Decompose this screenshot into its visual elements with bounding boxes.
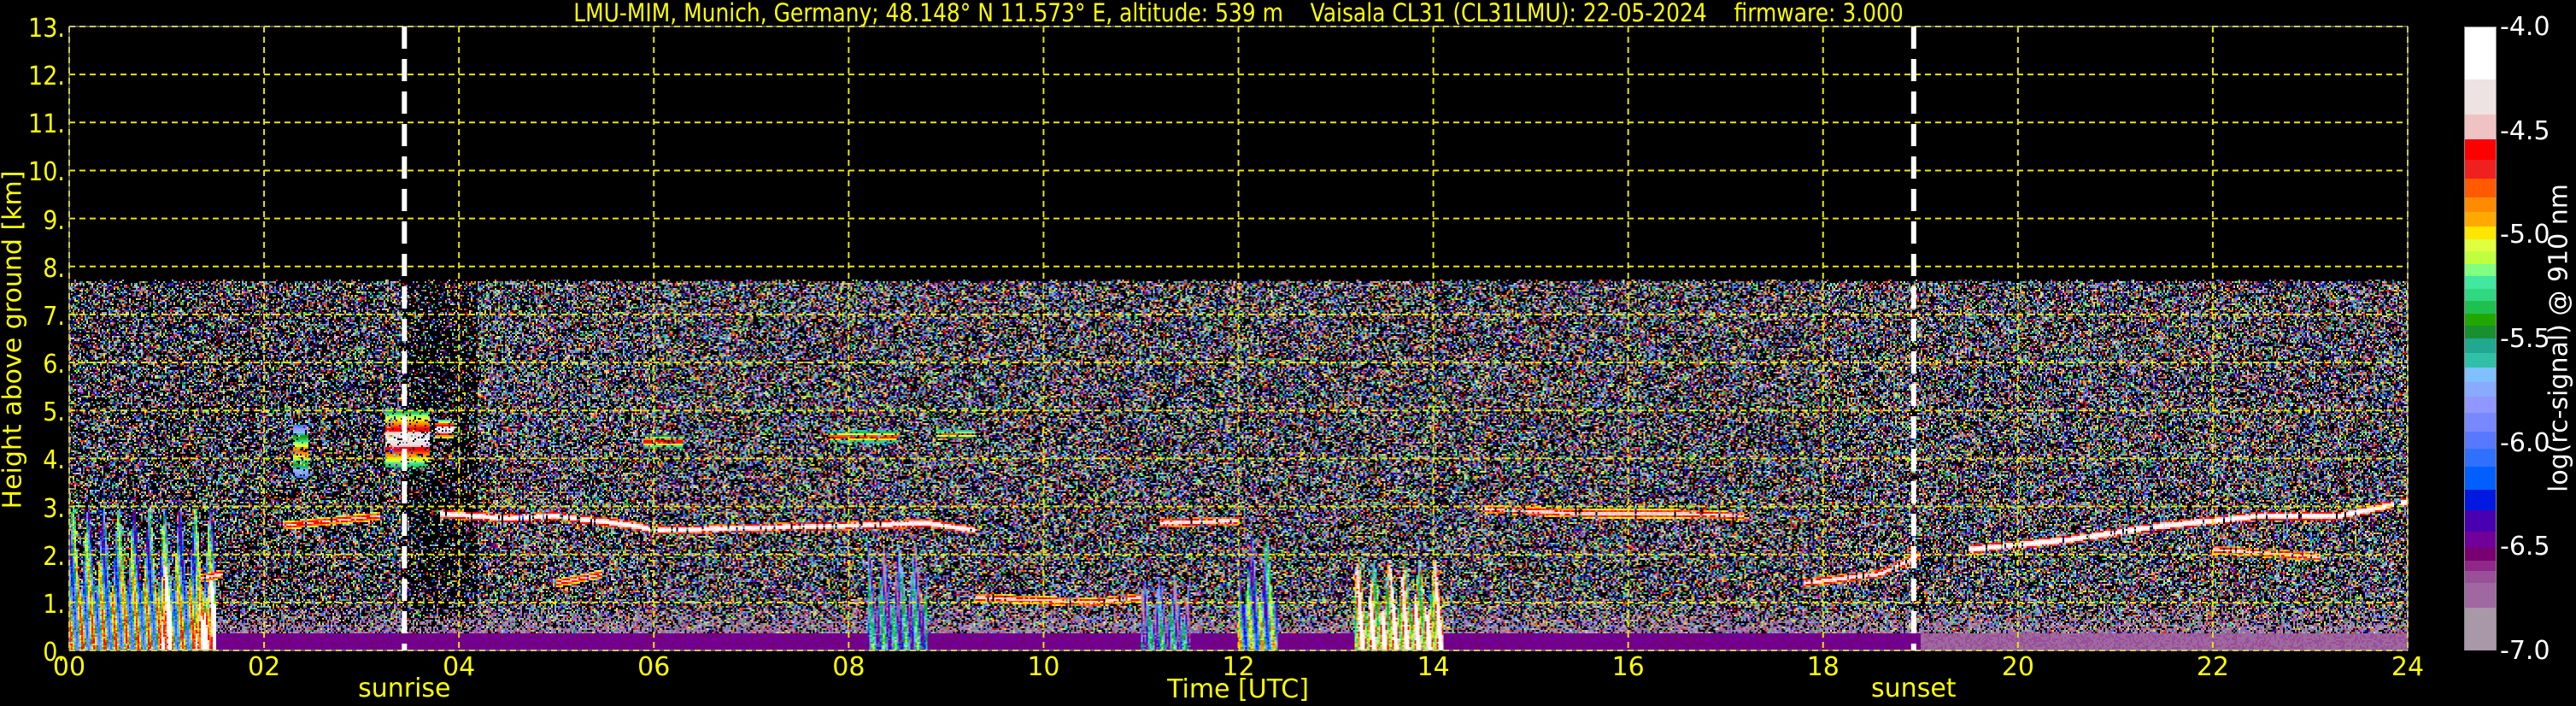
colorbar-swatch — [2465, 263, 2496, 278]
colorbar-tick-label: -4.0 — [2500, 12, 2550, 42]
x-tick-label: 24 — [2391, 652, 2425, 682]
colorbar-swatch — [2465, 238, 2496, 253]
colorbar-swatch — [2465, 396, 2496, 415]
colorbar-swatch — [2465, 251, 2496, 265]
y-tick-label: 11. — [28, 109, 65, 140]
colorbar-swatch — [2465, 490, 2496, 512]
colorbar — [2464, 26, 2497, 650]
colorbar-swatch — [2465, 338, 2496, 354]
colorbar-label: log(rc-signal) @ 910 nm — [2544, 184, 2574, 492]
colorbar-swatch — [2465, 276, 2496, 290]
colorbar-tick-label: -5.0 — [2500, 220, 2550, 250]
colorbar-swatch — [2465, 197, 2496, 213]
colorbar-swatch — [2465, 160, 2496, 180]
x-tick-label: 16 — [1611, 652, 1645, 682]
colorbar-tick-label: -4.5 — [2500, 115, 2550, 146]
colorbar-swatch — [2465, 510, 2496, 532]
x-tick-label: 02 — [247, 652, 281, 682]
x-tick-label: 08 — [832, 652, 866, 682]
colorbar-swatch — [2465, 413, 2496, 433]
colorbar-swatch — [2465, 352, 2496, 368]
colorbar-swatch — [2465, 301, 2496, 315]
colorbar-tick-label: -5.5 — [2500, 324, 2550, 354]
x-axis-label: Time [UTC] — [1167, 674, 1309, 704]
y-tick-label: 12. — [28, 62, 65, 92]
colorbar-swatch — [2465, 139, 2496, 162]
colorbar-swatch — [2465, 326, 2496, 339]
x-tick-label: 14 — [1417, 652, 1450, 682]
colorbar-swatch — [2465, 211, 2496, 227]
colorbar-swatch — [2465, 226, 2496, 240]
x-tick-label: 06 — [637, 652, 671, 682]
y-tick-label: 1. — [43, 589, 65, 620]
colorbar-tick-label: -6.0 — [2500, 427, 2550, 458]
sunrise-label: sunrise — [358, 674, 451, 703]
colorbar-swatch — [2465, 381, 2496, 397]
colorbar-swatch — [2465, 114, 2496, 141]
colorbar-swatch — [2465, 313, 2496, 327]
colorbar-tick-label: -7.0 — [2500, 636, 2550, 666]
x-tick-label: 00 — [52, 652, 86, 682]
sunset-label: sunset — [1871, 674, 1957, 703]
x-tick-label: 22 — [2196, 652, 2229, 682]
colorbar-swatch — [2465, 367, 2496, 383]
colorbar-swatch — [2465, 448, 2496, 468]
colorbar-swatch — [2465, 467, 2496, 491]
colorbar-swatch — [2465, 27, 2496, 80]
colorbar-swatch — [2465, 288, 2496, 303]
colorbar-swatch — [2465, 179, 2496, 198]
colorbar-swatch — [2465, 432, 2496, 450]
y-axis-label: Height above ground [km] — [0, 170, 28, 509]
colorbar-swatch — [2465, 548, 2496, 562]
plot-overlay — [68, 26, 2409, 651]
colorbar-tick-label: -6.5 — [2500, 532, 2550, 562]
colorbar-swatch — [2465, 608, 2496, 650]
colorbar-swatch — [2465, 583, 2496, 609]
y-tick-label: 2. — [43, 541, 65, 572]
y-tick-label: 13. — [28, 14, 65, 44]
colorbar-swatch — [2465, 531, 2496, 550]
colorbar-swatch — [2465, 570, 2496, 585]
colorbar-swatch — [2465, 79, 2496, 115]
